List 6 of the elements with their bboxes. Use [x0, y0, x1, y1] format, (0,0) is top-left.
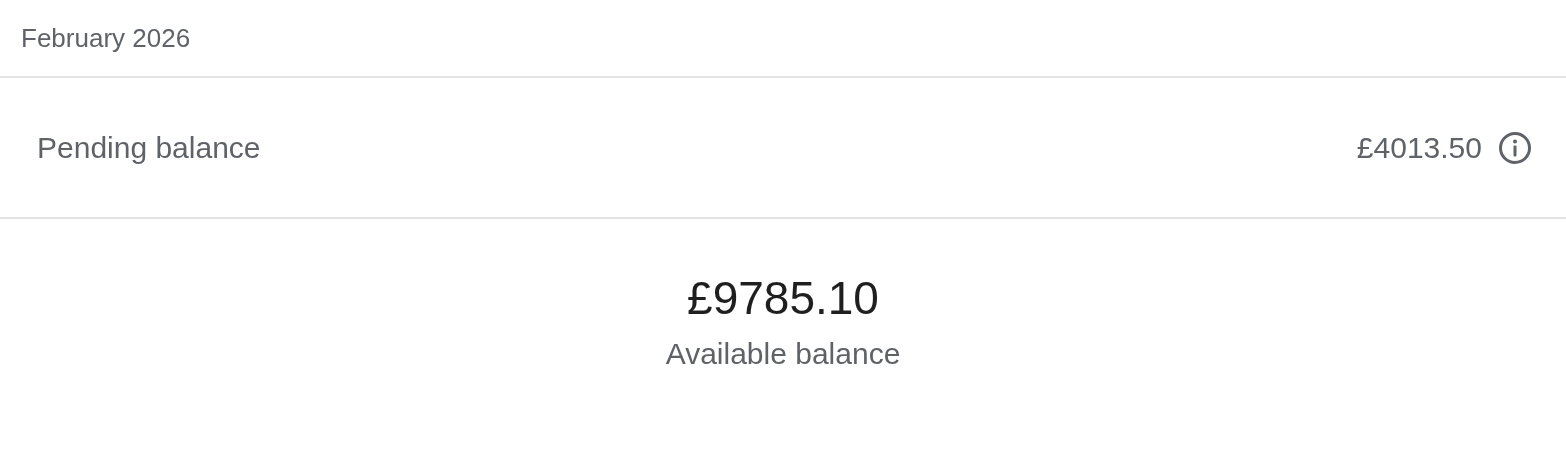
month-title: February 2026 — [21, 22, 191, 54]
pending-balance-label: Pending balance — [37, 130, 261, 165]
available-balance-amount: £9785.10 — [687, 271, 879, 325]
info-icon[interactable] — [1498, 130, 1532, 165]
pending-balance-amount: £4013.50 — [1356, 130, 1482, 165]
available-balance-label: Available balance — [665, 337, 901, 371]
